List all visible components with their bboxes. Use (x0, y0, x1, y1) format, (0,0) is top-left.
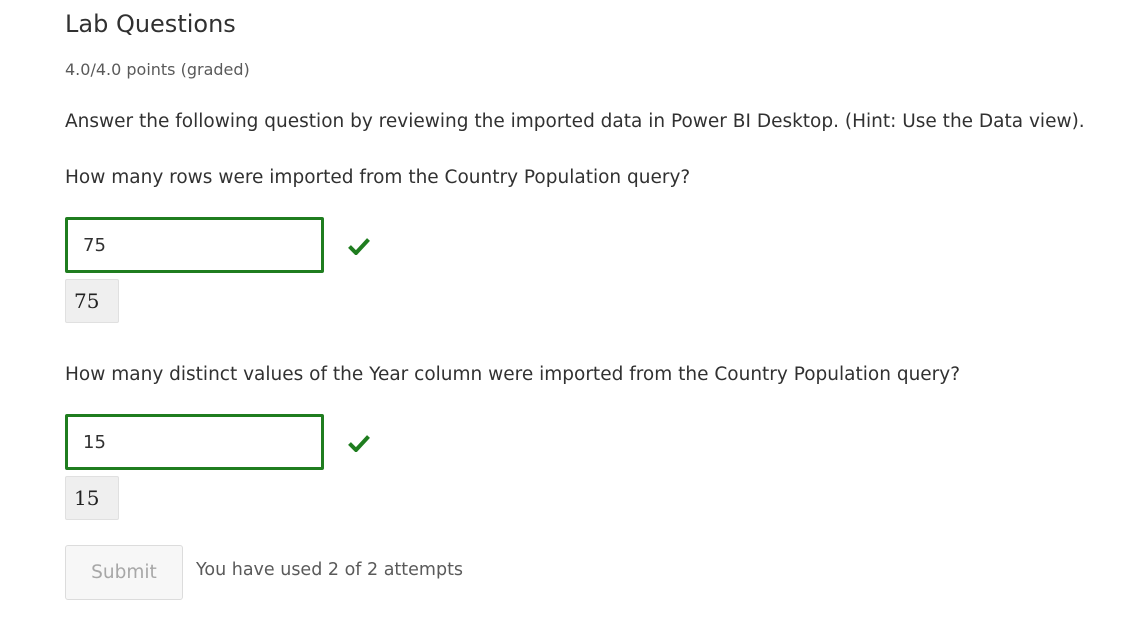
question-1-text: How many rows were imported from the Cou… (65, 167, 691, 188)
question-2-answer-preview: 15 (65, 476, 119, 520)
attempts-text: You have used 2 of 2 attempts (196, 560, 464, 580)
problem-instructions: Answer the following question by reviewi… (65, 111, 1085, 132)
check-icon (348, 435, 370, 452)
submit-button[interactable]: Submit (65, 545, 183, 600)
check-icon (348, 238, 370, 255)
question-2-answer-input[interactable] (65, 414, 324, 470)
question-1-answer-preview: 75 (65, 279, 119, 323)
question-2-text: How many distinct values of the Year col… (65, 364, 961, 385)
question-1-answer-input[interactable] (65, 217, 324, 273)
problem-score: 4.0/4.0 points (graded) (65, 60, 250, 79)
problem-title: Lab Questions (65, 10, 236, 38)
